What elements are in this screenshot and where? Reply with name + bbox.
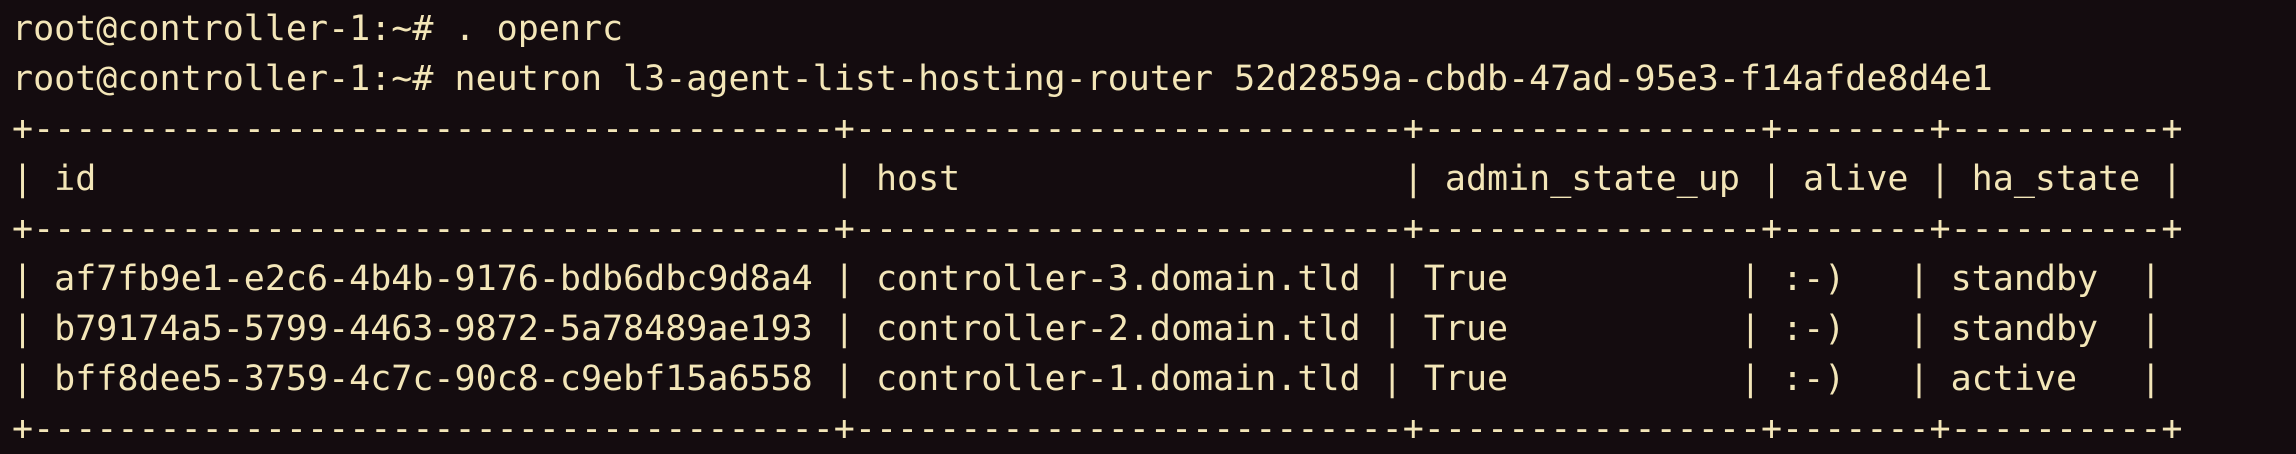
table-border-top: +--------------------------------------+… xyxy=(12,109,2183,149)
table-border-header: +--------------------------------------+… xyxy=(12,209,2183,249)
table-row: | b79174a5-5799-4463-9872-5a78489ae193 |… xyxy=(12,309,2162,349)
table-header-row: | id | host | admin_state_up | alive | h… xyxy=(12,159,2183,199)
table-row: | bff8dee5-3759-4c7c-90c8-c9ebf15a6558 |… xyxy=(12,359,2162,399)
table-row: | af7fb9e1-e2c6-4b4b-9176-bdb6dbc9d8a4 |… xyxy=(12,259,2162,299)
terminal-window[interactable]: root@controller-1:~# . openrc root@contr… xyxy=(12,4,2292,450)
prompt-line-source-openrc: root@controller-1:~# . openrc xyxy=(12,9,624,49)
table-border-bottom: +--------------------------------------+… xyxy=(12,409,2183,449)
prompt-line-neutron-command: root@controller-1:~# neutron l3-agent-li… xyxy=(12,59,1993,99)
